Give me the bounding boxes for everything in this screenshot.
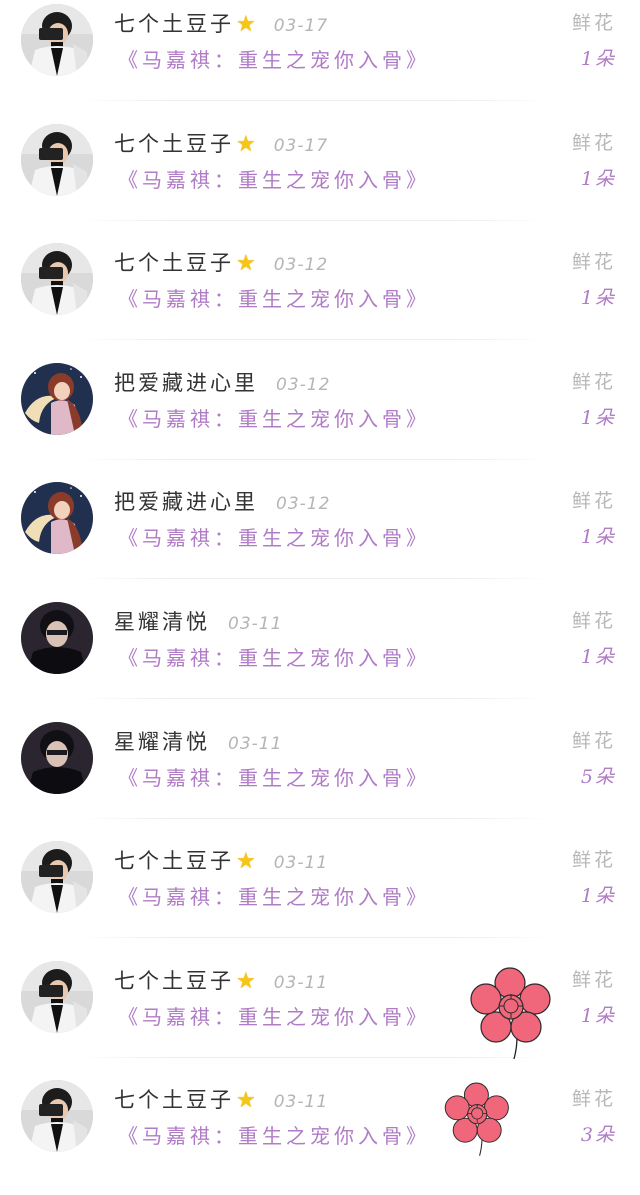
gift-count: 5朵 (580, 766, 616, 788)
user-avatar[interactable] (21, 841, 93, 913)
gift-count: 1朵 (580, 885, 616, 907)
gift-date: 03-17 (273, 136, 329, 156)
book-title-link[interactable]: 《马嘉祺：重生之宠你入骨》 (118, 762, 430, 791)
gift-type-label: 鲜花 (571, 730, 616, 752)
gift-record-row[interactable]: 七个土豆子★ 03-12 《马嘉祺：重生之宠你入骨》 鲜花 1朵 (0, 239, 640, 358)
user-avatar[interactable] (21, 602, 93, 674)
book-title-link[interactable]: 《马嘉祺：重生之宠你入骨》 (118, 1120, 430, 1149)
username-text: 七个土豆子 (114, 1088, 234, 1112)
user-avatar[interactable] (21, 722, 93, 794)
gift-date: 03-11 (273, 853, 329, 873)
user-avatar[interactable] (21, 1080, 93, 1152)
flower-sticker-icon (462, 963, 562, 1063)
row-divider (80, 937, 550, 938)
gift-type-label: 鲜花 (571, 849, 616, 871)
username[interactable]: 七个土豆子★ 03-17 (114, 128, 328, 158)
gift-type-label: 鲜花 (571, 969, 616, 991)
star-icon: ★ (236, 849, 256, 874)
username-text: 星耀清悦 (114, 730, 210, 754)
gift-date: 03-11 (273, 973, 329, 993)
book-title-link[interactable]: 《马嘉祺：重生之宠你入骨》 (118, 403, 430, 432)
gift-count: 1朵 (580, 287, 616, 309)
gift-date: 03-12 (273, 255, 329, 275)
gift-date: 03-17 (273, 16, 329, 36)
star-icon: ★ (236, 12, 256, 37)
username-text: 七个土豆子 (114, 849, 234, 873)
gift-count: 3朵 (580, 1124, 616, 1146)
user-avatar[interactable] (21, 243, 93, 315)
username-text: 七个土豆子 (114, 132, 234, 156)
username[interactable]: 把爱藏进心里 03-12 (114, 367, 330, 397)
star-icon: ★ (236, 132, 256, 157)
gift-record-row[interactable]: 星耀清悦 03-11 《马嘉祺：重生之宠你入骨》 鲜花 5朵 (0, 718, 640, 837)
gift-date: 03-12 (276, 494, 331, 514)
gift-record-row[interactable]: 星耀清悦 03-11 《马嘉祺：重生之宠你入骨》 鲜花 1朵 (0, 598, 640, 717)
gift-date: 03-12 (276, 375, 331, 395)
book-title-link[interactable]: 《马嘉祺：重生之宠你入骨》 (118, 283, 430, 312)
row-divider (80, 459, 550, 460)
username[interactable]: 星耀清悦 03-11 (114, 726, 282, 756)
book-title-link[interactable]: 《马嘉祺：重生之宠你入骨》 (118, 522, 430, 551)
book-title-link[interactable]: 《马嘉祺：重生之宠你入骨》 (118, 164, 430, 193)
book-title-link[interactable]: 《马嘉祺：重生之宠你入骨》 (118, 44, 430, 73)
gift-count: 1朵 (580, 1005, 616, 1027)
row-divider (80, 818, 550, 819)
username[interactable]: 把爱藏进心里 03-12 (114, 486, 330, 516)
username-text: 七个土豆子 (114, 251, 234, 275)
gift-count: 1朵 (580, 168, 616, 190)
gift-type-label: 鲜花 (571, 1088, 616, 1110)
gift-count: 1朵 (580, 646, 616, 668)
user-avatar[interactable] (21, 363, 93, 435)
star-icon: ★ (236, 969, 256, 994)
username-text: 把爱藏进心里 (114, 490, 258, 514)
star-icon: ★ (236, 251, 256, 276)
gift-record-row[interactable]: 七个土豆子★ 03-17 《马嘉祺：重生之宠你入骨》 鲜花 1朵 (0, 0, 640, 119)
username[interactable]: 七个土豆子★ 03-11 (114, 965, 328, 995)
row-divider (80, 578, 550, 579)
username-text: 把爱藏进心里 (114, 371, 258, 395)
book-title-link[interactable]: 《马嘉祺：重生之宠你入骨》 (118, 1001, 430, 1030)
book-title-link[interactable]: 《马嘉祺：重生之宠你入骨》 (118, 881, 430, 910)
gift-date: 03-11 (228, 734, 283, 754)
user-avatar[interactable] (21, 961, 93, 1033)
gift-type-label: 鲜花 (571, 371, 616, 393)
username[interactable]: 七个土豆子★ 03-17 (114, 8, 328, 38)
gift-type-label: 鲜花 (571, 251, 616, 273)
gift-record-list: 七个土豆子★ 03-17 《马嘉祺：重生之宠你入骨》 鲜花 1朵 七个土豆子★ 03-17 《… (0, 0, 640, 1164)
row-divider (80, 220, 550, 221)
username[interactable]: 七个土豆子★ 03-12 (114, 247, 328, 277)
username[interactable]: 七个土豆子★ 03-11 (114, 845, 328, 875)
gift-record-row[interactable]: 七个土豆子★ 03-11 《马嘉祺：重生之宠你入骨》 鲜花 3朵 (0, 1076, 640, 1195)
row-divider (80, 339, 550, 340)
row-divider (80, 100, 550, 101)
gift-type-label: 鲜花 (571, 12, 616, 34)
gift-date: 03-11 (273, 1092, 329, 1112)
gift-type-label: 鲜花 (571, 132, 616, 154)
gift-record-row[interactable]: 七个土豆子★ 03-11 《马嘉祺：重生之宠你入骨》 鲜花 1朵 (0, 837, 640, 956)
gift-count: 1朵 (580, 526, 616, 548)
gift-count: 1朵 (580, 407, 616, 429)
gift-type-label: 鲜花 (571, 490, 616, 512)
user-avatar[interactable] (21, 482, 93, 554)
flower-sticker-icon (438, 1079, 518, 1159)
username-text: 星耀清悦 (114, 610, 210, 634)
gift-count: 1朵 (580, 48, 616, 70)
username-text: 七个土豆子 (114, 969, 234, 993)
gift-record-row[interactable]: 七个土豆子★ 03-17 《马嘉祺：重生之宠你入骨》 鲜花 1朵 (0, 120, 640, 239)
gift-type-label: 鲜花 (571, 610, 616, 632)
row-divider (80, 698, 550, 699)
star-icon: ★ (236, 1088, 256, 1113)
user-avatar[interactable] (21, 124, 93, 196)
username[interactable]: 星耀清悦 03-11 (114, 606, 282, 636)
username-text: 七个土豆子 (114, 12, 234, 36)
gift-date: 03-11 (228, 614, 283, 634)
user-avatar[interactable] (21, 4, 93, 76)
gift-record-row[interactable]: 把爱藏进心里 03-12 《马嘉祺：重生之宠你入骨》 鲜花 1朵 (0, 478, 640, 597)
book-title-link[interactable]: 《马嘉祺：重生之宠你入骨》 (118, 642, 430, 671)
gift-record-row[interactable]: 把爱藏进心里 03-12 《马嘉祺：重生之宠你入骨》 鲜花 1朵 (0, 359, 640, 478)
username[interactable]: 七个土豆子★ 03-11 (114, 1084, 328, 1114)
